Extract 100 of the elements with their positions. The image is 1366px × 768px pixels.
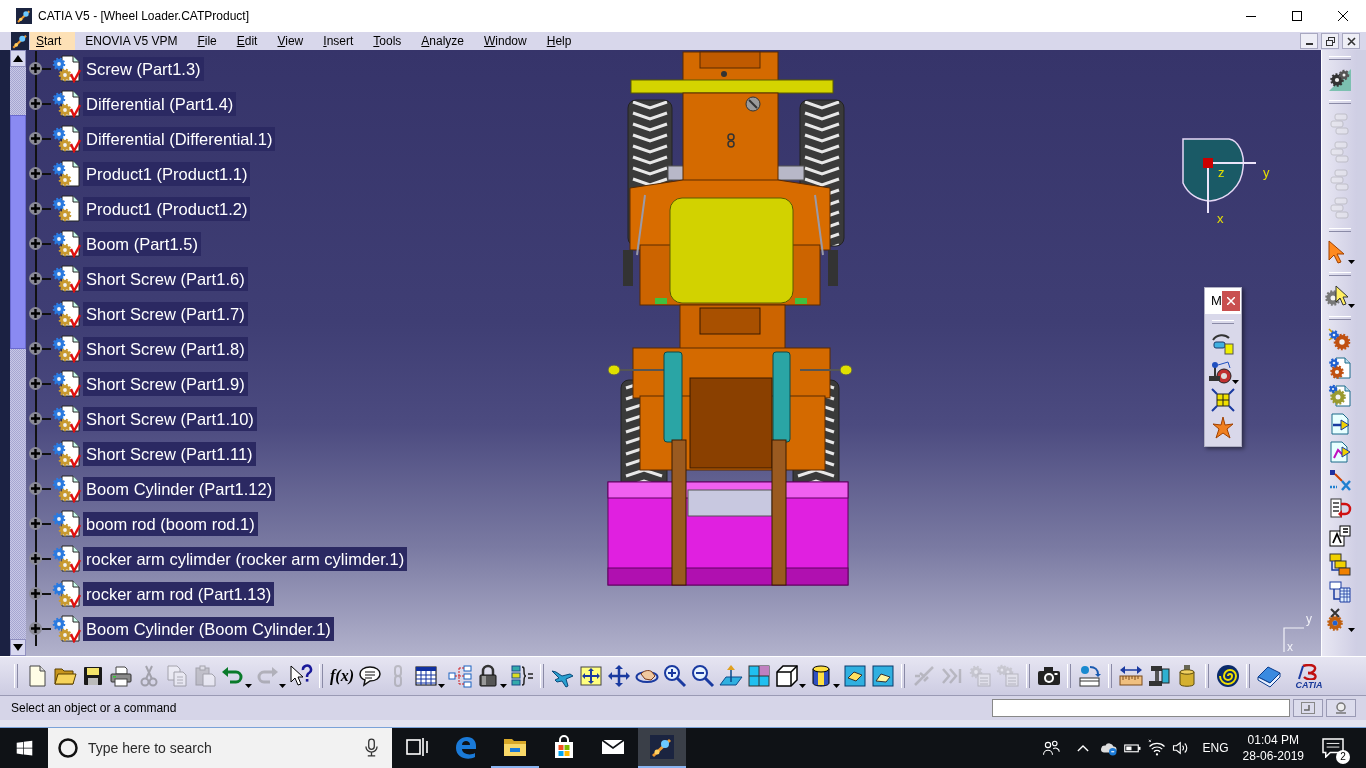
tree-node[interactable]: boom rod (boom rod.1) <box>83 511 258 536</box>
minimize-button[interactable] <box>1300 33 1318 49</box>
compass-drawing[interactable] <box>1182 138 1257 214</box>
expand-icon[interactable] <box>29 482 42 495</box>
page-link-icon[interactable] <box>1327 440 1352 464</box>
stacked-cards-icon[interactable] <box>1327 552 1352 576</box>
move-arrows-icon[interactable] <box>607 664 631 688</box>
tree-node[interactable]: Boom (Part1.5) <box>83 231 201 256</box>
menu-item[interactable]: Window <box>474 32 537 50</box>
speech-bubble-icon[interactable] <box>358 664 382 688</box>
scroll-down-button[interactable] <box>10 639 26 656</box>
tree-node[interactable]: rocker arm rod (Part1.13) <box>83 581 275 606</box>
expand-icon[interactable] <box>29 62 42 75</box>
camera-icon[interactable] <box>1037 664 1061 688</box>
taskbar-button[interactable] <box>638 728 686 768</box>
plane-arrow-icon[interactable] <box>719 664 743 688</box>
expand-icon[interactable] <box>29 447 42 460</box>
gear-document-icon[interactable] <box>51 89 81 118</box>
command-input-field[interactable] <box>992 699 1290 717</box>
zoom-out-icon[interactable] <box>691 664 715 688</box>
gear-document-icon[interactable] <box>51 229 81 258</box>
tree-node[interactable]: Short Screw (Part1.7) <box>83 301 248 326</box>
wifi-icon[interactable] <box>1147 739 1166 757</box>
tree-grid-icon[interactable] <box>1327 580 1352 604</box>
windows-logo-icon[interactable] <box>16 739 33 757</box>
gear-document-icon[interactable] <box>51 544 81 573</box>
notification-icon[interactable] <box>1322 738 1344 758</box>
expand-icon[interactable] <box>29 97 42 110</box>
3d-viewport[interactable] <box>26 50 1321 656</box>
printer-icon[interactable] <box>109 664 133 688</box>
menu-item[interactable]: Analyze <box>411 32 475 50</box>
tree-node[interactable]: Product1 (Product1.1) <box>83 161 251 186</box>
status-button[interactable] <box>1326 699 1356 717</box>
language-indicator[interactable]: ENG <box>1202 741 1229 755</box>
gear-page-icon[interactable] <box>1327 384 1352 408</box>
tree-diagram-icon[interactable] <box>448 664 472 688</box>
scroll-thumb[interactable] <box>10 115 26 349</box>
menu-item[interactable]: Edit <box>226 32 268 50</box>
scrollbar[interactable] <box>10 50 26 656</box>
restore-button[interactable] <box>1321 33 1339 49</box>
tree-node[interactable]: Product1 (Product1.2) <box>83 196 251 221</box>
menu-item[interactable]: Help <box>536 32 582 50</box>
tree-node[interactable]: Screw (Part1.3) <box>83 56 204 81</box>
microphone-icon[interactable] <box>365 738 378 757</box>
tilted-tile-icon[interactable] <box>871 664 895 688</box>
list-arrow-icon[interactable] <box>1327 496 1352 520</box>
tree-node[interactable]: Boom Cylinder (Boom Cylinder.1) <box>83 616 334 641</box>
arrows-box-icon[interactable] <box>579 664 603 688</box>
clamp-icon[interactable] <box>1147 664 1171 688</box>
expand-icon[interactable] <box>29 622 42 635</box>
list-brace-icon[interactable] <box>510 664 534 688</box>
diamond-tile-icon[interactable] <box>843 664 867 688</box>
clock-time[interactable]: 01:04 PM <box>1247 732 1299 748</box>
gear-document-icon[interactable] <box>51 509 81 538</box>
four-panes-icon[interactable] <box>747 664 771 688</box>
expand-icon[interactable] <box>29 412 42 425</box>
caret-icon[interactable] <box>244 684 252 688</box>
expand-icon[interactable] <box>29 202 42 215</box>
caret-icon[interactable] <box>1231 380 1239 384</box>
gear-page-icon[interactable] <box>1327 356 1352 380</box>
joystick-icon[interactable] <box>1207 360 1232 384</box>
gear-document-icon[interactable] <box>51 474 81 503</box>
tree-node[interactable]: Differential (Part1.4) <box>83 91 237 116</box>
speaker-icon[interactable] <box>1171 739 1190 757</box>
tree-node[interactable]: Short Screw (Part1.11) <box>83 441 256 466</box>
clock-date[interactable]: 28-06-2019 <box>1242 748 1304 764</box>
gear-document-icon[interactable] <box>51 404 81 433</box>
gear-document-icon[interactable] <box>51 54 81 83</box>
menu-item[interactable]: Start <box>30 32 76 50</box>
caret-icon[interactable] <box>1348 628 1355 632</box>
caret-icon[interactable] <box>832 684 840 688</box>
menu-item[interactable]: File <box>187 32 227 50</box>
help-cursor-icon[interactable] <box>289 664 313 688</box>
gear-document-icon[interactable] <box>51 124 81 153</box>
gear-document-icon[interactable] <box>51 579 81 608</box>
tree-node[interactable]: Short Screw (Part1.8) <box>83 336 248 361</box>
tree-node[interactable]: Differential (Differential.1) <box>83 126 276 151</box>
caret-icon[interactable] <box>1348 304 1355 308</box>
gear-document-icon[interactable] <box>51 439 81 468</box>
arrows-frame-icon[interactable] <box>1211 388 1235 412</box>
gears-icon[interactable] <box>1327 68 1352 92</box>
menu-item[interactable]: View <box>267 32 314 50</box>
expand-icon[interactable] <box>29 132 42 145</box>
formula-button[interactable]: f(x) <box>329 664 355 688</box>
arc-boxes-icon[interactable] <box>1211 332 1235 356</box>
gear-document-icon[interactable] <box>51 369 81 398</box>
zoom-in-icon[interactable] <box>663 664 687 688</box>
book-icon[interactable] <box>1257 664 1281 688</box>
tree-node[interactable]: Short Screw (Part1.6) <box>83 266 248 291</box>
gear-document-icon[interactable] <box>51 159 81 188</box>
table-icon[interactable] <box>413 664 438 688</box>
caret-icon[interactable] <box>499 684 507 688</box>
menu-item[interactable]: ENOVIA V5 VPM <box>75 32 188 50</box>
menu-item[interactable]: Insert <box>313 32 364 50</box>
node-cross-icon[interactable] <box>1327 468 1352 492</box>
expand-icon[interactable] <box>29 237 42 250</box>
expand-icon[interactable] <box>29 167 42 180</box>
chevron-up-icon[interactable] <box>1076 744 1089 752</box>
ball-box-icon[interactable] <box>1078 664 1102 688</box>
expand-icon[interactable] <box>29 552 42 565</box>
